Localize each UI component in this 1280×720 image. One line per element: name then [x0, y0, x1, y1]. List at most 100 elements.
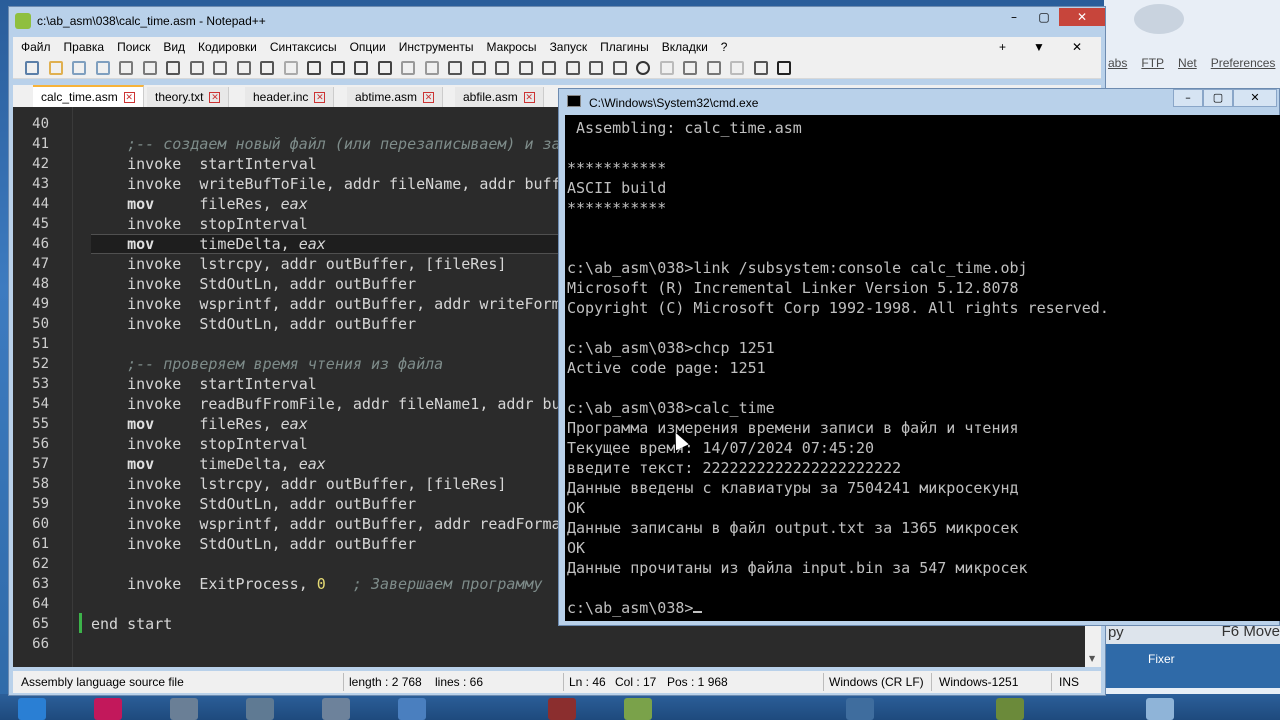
save-icon[interactable]: [72, 61, 86, 75]
scroll-down-icon[interactable]: ▼: [1089, 654, 1095, 663]
console-line: c:\ab_asm\038>link /subsystem:console ca…: [567, 259, 1028, 277]
menu-tools[interactable]: Инструменты: [399, 40, 474, 54]
new-file-icon[interactable]: [25, 61, 39, 75]
taskbar-app-icon[interactable]: [996, 698, 1024, 720]
menu-run[interactable]: Запуск: [550, 40, 588, 54]
tab-close-icon[interactable]: ✕: [209, 92, 221, 104]
stop-macro-icon[interactable]: [659, 61, 674, 75]
find-icon[interactable]: [307, 61, 321, 75]
terminal-icon[interactable]: [777, 61, 791, 75]
bg-tab-abs[interactable]: abs: [1108, 56, 1127, 76]
taskbar-app-icon[interactable]: [170, 698, 198, 720]
menu-file[interactable]: Файл: [21, 40, 51, 54]
play-macro-icon[interactable]: [683, 61, 697, 75]
line-number: 43: [32, 176, 49, 192]
open-icon[interactable]: [48, 61, 63, 75]
new-tab-button[interactable]: +: [999, 40, 1006, 54]
code-token: StdOutLn, addr outBuffer: [199, 495, 417, 513]
menu-macro[interactable]: Макросы: [487, 40, 537, 54]
save-macro-icon[interactable]: [730, 61, 744, 75]
tab-calc-time[interactable]: calc_time.asm ✕: [33, 85, 144, 107]
tab-list-button[interactable]: ▼: [1033, 40, 1045, 54]
tab-abtime[interactable]: abtime.asm ✕: [347, 87, 444, 107]
print-icon[interactable]: [166, 61, 180, 75]
menu-help[interactable]: ?: [721, 40, 728, 54]
menu-plugins[interactable]: Плагины: [600, 40, 649, 54]
tab-close-icon[interactable]: ✕: [123, 92, 135, 104]
maximize-button[interactable]: ▢: [1029, 8, 1059, 26]
copy-icon[interactable]: [213, 61, 227, 75]
status-encoding[interactable]: Windows-1251: [939, 675, 1018, 689]
tab-theory[interactable]: theory.txt ✕: [147, 87, 230, 107]
menu-language[interactable]: Синтаксисы: [270, 40, 337, 54]
tab-close-icon[interactable]: ✕: [423, 92, 435, 104]
minimize-button[interactable]: –: [1173, 89, 1203, 107]
record-macro-icon[interactable]: [636, 61, 650, 75]
tab-header[interactable]: header.inc ✕: [245, 87, 335, 107]
taskbar-app-icon[interactable]: [548, 698, 576, 720]
menu-view[interactable]: Вид: [163, 40, 185, 54]
close-button[interactable]: ✕: [1059, 8, 1105, 26]
code-token: eax: [280, 415, 308, 433]
zoom-in-icon[interactable]: [354, 61, 368, 75]
bg-tab-ftp[interactable]: FTP: [1141, 56, 1164, 76]
tab-close-icon[interactable]: ✕: [314, 92, 326, 104]
function-list-icon[interactable]: [565, 61, 580, 75]
taskbar-app-icon[interactable]: [94, 698, 122, 720]
doc-map-icon[interactable]: [542, 61, 556, 75]
taskbar-app-icon[interactable]: [846, 698, 874, 720]
spell-icon[interactable]: [753, 61, 768, 75]
npp-titlebar[interactable]: c:\ab_asm\038\calc_time.asm - Notepad++ …: [9, 7, 1105, 35]
taskbar-app-icon[interactable]: [624, 698, 652, 720]
code-line[interactable]: [91, 635, 1081, 655]
console-line: Программа измерения времени записи в фай…: [567, 419, 1019, 437]
tab-close-icon[interactable]: ✕: [523, 92, 535, 104]
line-number: 64: [32, 596, 49, 612]
bg-tab-preferences[interactable]: Preferences: [1211, 56, 1276, 76]
cut-icon[interactable]: [189, 61, 204, 75]
code-token: startInterval: [199, 375, 317, 393]
tab-abfile[interactable]: abfile.asm ✕: [455, 87, 544, 107]
menu-search[interactable]: Поиск: [117, 40, 150, 54]
close-icon[interactable]: [119, 61, 133, 75]
show-all-icon[interactable]: [471, 61, 486, 75]
menu-window[interactable]: Вкладки: [662, 40, 708, 54]
close-all-icon[interactable]: [142, 61, 157, 75]
line-number: 47: [32, 256, 49, 272]
status-eol[interactable]: Windows (CR LF): [829, 675, 924, 689]
minimize-button[interactable]: –: [999, 8, 1029, 26]
undo-icon[interactable]: [260, 61, 274, 75]
menu-settings[interactable]: Опции: [350, 40, 386, 54]
zoom-out-icon[interactable]: [377, 61, 392, 75]
monitor-icon[interactable]: [612, 61, 627, 75]
close-doc-button[interactable]: ✕: [1072, 40, 1082, 54]
wrap-icon[interactable]: [448, 61, 462, 75]
taskbar-app-icon[interactable]: [398, 698, 426, 720]
indent-guide-icon[interactable]: [495, 61, 509, 75]
taskbar-app-icon[interactable]: [246, 698, 274, 720]
line-number: 46: [32, 236, 49, 252]
taskbar-app-icon[interactable]: [322, 698, 350, 720]
menu-encoding[interactable]: Кодировки: [198, 40, 257, 54]
replace-icon[interactable]: [330, 61, 345, 75]
redo-icon[interactable]: [283, 61, 298, 75]
close-button[interactable]: ✕: [1233, 89, 1277, 107]
menu-edit[interactable]: Правка: [64, 40, 105, 54]
fixer-label[interactable]: Fixer: [1148, 652, 1175, 666]
maximize-button[interactable]: ▢: [1203, 89, 1233, 107]
bg-tab-net[interactable]: Net: [1178, 56, 1197, 76]
run-multiple-icon[interactable]: [706, 61, 721, 75]
paste-icon[interactable]: [236, 61, 251, 75]
sync-v-icon[interactable]: [401, 61, 415, 75]
sync-h-icon[interactable]: [424, 61, 439, 75]
console-output[interactable]: Assembling: calc_time.asm *********** ASCI…: [565, 115, 1280, 621]
status-insert-mode[interactable]: INS: [1059, 675, 1079, 689]
xml-icon[interactable]: [518, 61, 533, 75]
notepadpp-app-icon: [15, 13, 31, 29]
folder-workspace-icon[interactable]: [589, 61, 603, 75]
taskbar-app-icon[interactable]: [1146, 698, 1174, 720]
save-all-icon[interactable]: [95, 61, 110, 75]
console-line: Данные прочитаны из файла input.bin за 5…: [567, 559, 1028, 577]
cmd-titlebar[interactable]: C:\Windows\System32\cmd.exe – ▢ ✕: [559, 89, 1279, 115]
taskbar-app-icon[interactable]: [18, 698, 46, 720]
